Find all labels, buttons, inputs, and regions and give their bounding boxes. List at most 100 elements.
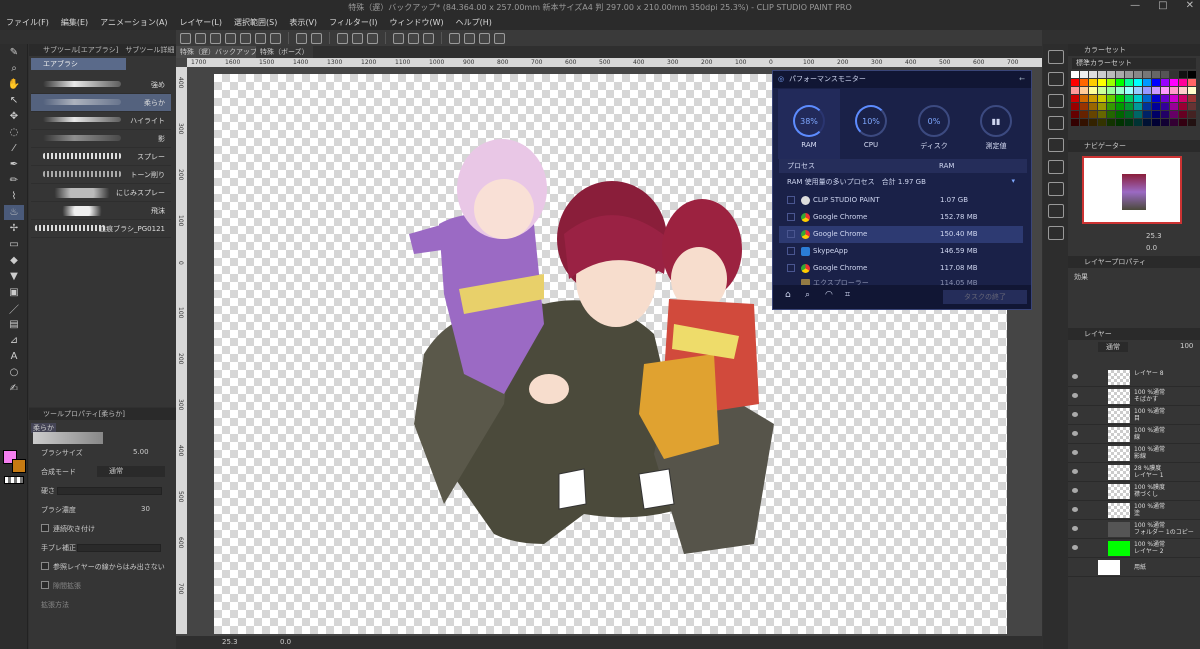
hardness-row[interactable]: 硬さ [29,482,176,501]
color-swatch[interactable] [1098,103,1106,110]
panel-icon[interactable] [1047,94,1064,108]
continuous-checkbox[interactable] [41,524,49,532]
color-swatch[interactable] [1188,103,1196,110]
layer-row[interactable]: 100 %通常塗 [1068,501,1200,520]
menu-layer[interactable]: レイヤー(L) [180,17,222,28]
mouse-icon[interactable]: ⌂ [785,290,791,300]
brush-item-selected[interactable]: 柔らか [31,94,171,112]
color-swatch[interactable] [1134,79,1142,86]
layer-tab[interactable]: レイヤー [1068,328,1200,340]
brush-item[interactable]: スプレー [31,148,171,166]
print-icon[interactable] [255,32,266,44]
color-swatch[interactable] [1098,71,1106,78]
speed-icon[interactable]: ◠ [825,290,833,300]
color-swatch[interactable] [1107,103,1115,110]
pen-tool-icon[interactable]: ✎ [4,45,24,60]
color-swatch[interactable] [1143,111,1151,118]
stabilize-row[interactable]: 手ブレ補正 [29,539,176,558]
color-swatch[interactable] [1143,103,1151,110]
color-swatch[interactable] [1107,111,1115,118]
undo-icon[interactable] [296,32,307,44]
process-row-selected[interactable]: Google Chrome 150.40 MB [779,226,1023,243]
color-swatch[interactable] [1170,111,1178,118]
figure-tool-icon[interactable]: ／ [4,301,24,316]
process-row[interactable]: Google Chrome 117.08 MB [779,260,1023,277]
menu-window[interactable]: ウィンドウ(W) [390,17,444,28]
layer-row[interactable]: 100 %通常目 [1068,406,1200,425]
pen-icon[interactable]: ✒ [4,157,24,172]
color-swatch[interactable] [1080,103,1088,110]
disk-gauge[interactable]: 0% [918,105,950,137]
color-swatch[interactable] [1188,95,1196,102]
chevron-down-icon[interactable]: ▾ [1011,177,1015,185]
color-swatch[interactable] [1098,95,1106,102]
airbrush-tool-icon[interactable]: ♨ [4,205,24,220]
clear-icon[interactable] [337,32,348,44]
subtool-group[interactable]: エアブラシ [31,58,126,70]
color-swatch[interactable] [1098,111,1106,118]
color-swatch[interactable] [1125,111,1133,118]
color-swatch[interactable] [1161,95,1169,102]
color-swatch[interactable] [1116,79,1124,86]
color-swatch[interactable] [1080,119,1088,126]
eye-icon[interactable] [1072,469,1078,474]
color-swatch[interactable] [1125,71,1133,78]
sub-color-swatch[interactable] [12,459,26,473]
color-swatch[interactable] [1179,71,1187,78]
brush-item[interactable]: 影 [31,130,171,148]
layer-row[interactable]: 100 %通常 レイヤー 2 [1068,539,1200,558]
process-row[interactable]: SkypeApp 146.59 MB [779,243,1023,260]
navigator[interactable] [1068,152,1200,232]
color-swatch[interactable] [1134,111,1142,118]
color-swatch[interactable] [1161,103,1169,110]
color-swatch[interactable] [1170,79,1178,86]
color-swatch[interactable] [1107,95,1115,102]
color-swatch[interactable] [1116,103,1124,110]
new-file-icon[interactable] [195,32,206,44]
grow-selection-icon[interactable] [423,32,434,44]
deselect-icon[interactable] [393,32,404,44]
brush-item[interactable]: トーン削り [31,166,171,184]
color-swatch[interactable] [1179,87,1187,94]
color-swatch[interactable] [1170,71,1178,78]
export-icon[interactable] [240,32,251,44]
eye-icon[interactable] [1072,431,1078,436]
decoration-tool-icon[interactable]: ✢ [4,221,24,236]
color-swatch[interactable] [1080,71,1088,78]
process-row[interactable]: Google Chrome 152.78 MB [779,209,1023,226]
color-swatch[interactable] [1089,111,1097,118]
color-swatch[interactable] [1143,79,1151,86]
measure-gauge[interactable]: ▮▮ [980,105,1012,137]
angle-value[interactable]: 0.0 [280,638,291,646]
expand-method-row[interactable]: 拡張方法 [29,596,176,615]
panel-icon[interactable] [1047,182,1064,196]
color-swatch[interactable] [1152,119,1160,126]
brush-item[interactable]: 血痕ブラシ_PG0121 [31,220,171,238]
row-checkbox[interactable] [787,196,795,204]
row-checkbox[interactable] [787,247,795,255]
nav-zoom-value[interactable]: 25.3 [1146,232,1162,240]
snap-ruler-icon[interactable] [449,32,460,44]
color-swatch[interactable] [1143,87,1151,94]
row-checkbox[interactable] [787,264,795,272]
color-swatch[interactable] [1161,71,1169,78]
eye-icon[interactable] [1072,526,1078,531]
color-swatch[interactable] [1116,95,1124,102]
eye-icon[interactable] [1072,507,1078,512]
expand-row[interactable]: 隙間拡張 [29,577,176,596]
color-swatch[interactable] [1080,95,1088,102]
color-swatch[interactable] [1080,87,1088,94]
reference-checkbox[interactable] [41,562,49,570]
color-swatch[interactable] [1179,103,1187,110]
color-swatch[interactable] [1107,119,1115,126]
color-swatch[interactable] [1071,95,1079,102]
ruler-tool-icon[interactable]: ⊿ [4,333,24,348]
color-swatch-grid[interactable] [1071,71,1200,126]
balloon-tool-icon[interactable]: ○ [4,365,24,380]
transparent-color-swatch[interactable] [4,476,24,484]
subtool-detail-tab-label[interactable]: サブツール詳細 [125,46,174,54]
transform-icon[interactable] [367,32,378,44]
layer-row[interactable]: レイヤー 8 [1068,368,1200,387]
brush-item[interactable]: 飛沫 [31,202,171,220]
tablet-icon[interactable] [270,32,281,44]
